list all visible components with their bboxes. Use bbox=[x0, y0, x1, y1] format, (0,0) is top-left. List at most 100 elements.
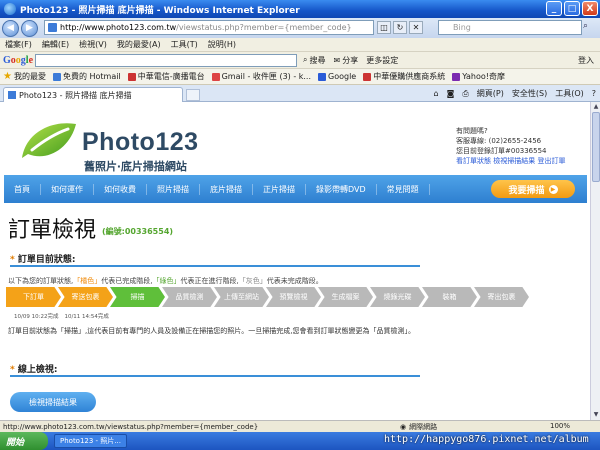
taskbar-item-ie[interactable]: Photo123 - 照片... bbox=[54, 434, 127, 448]
nav-photo-scan[interactable]: 照片掃描 bbox=[147, 183, 200, 195]
site-logo[interactable]: Photo123 舊照片‧底片掃描網站 bbox=[14, 112, 214, 173]
arrow-icon: ▶ bbox=[548, 184, 558, 194]
menu-bar: 檔案(F) 編輯(E) 檢視(V) 我的最愛(A) 工具(T) 說明(H) bbox=[0, 38, 600, 52]
scroll-thumb[interactable] bbox=[592, 112, 600, 182]
google-signin-button[interactable]: 登入 bbox=[578, 55, 594, 66]
tab-photo123[interactable]: Photo123 - 照片掃描 底片掃描 bbox=[3, 87, 183, 102]
menu-file[interactable]: 檔案(F) bbox=[5, 39, 32, 50]
step-generate-files: 生成檔案 bbox=[318, 287, 373, 307]
favorites-label[interactable]: 我的最愛 bbox=[14, 71, 46, 82]
feed-icon[interactable]: ◙ bbox=[447, 88, 455, 99]
scan-now-button[interactable]: 我要掃描 ▶ bbox=[491, 180, 575, 198]
status-url: http://www.photo123.com.tw/viewstatus.ph… bbox=[3, 422, 259, 431]
step-packing: 裝箱 bbox=[422, 287, 477, 307]
menu-tools[interactable]: 工具(T) bbox=[171, 39, 198, 50]
step-upload: 上傳至網站 bbox=[214, 287, 269, 307]
url-input[interactable]: http://www.photo123.com.tw /viewstatus.p… bbox=[44, 20, 374, 35]
maximize-button[interactable]: □ bbox=[564, 1, 580, 16]
compatibility-icon[interactable]: ◫ bbox=[377, 21, 391, 34]
hotmail-icon bbox=[52, 72, 61, 81]
new-tab-button[interactable] bbox=[186, 89, 200, 101]
tab-page-icon bbox=[8, 91, 16, 99]
globe-icon: ◉ bbox=[400, 423, 407, 431]
search-icon[interactable]: ⌕ bbox=[583, 21, 597, 34]
google-search-button[interactable]: ⌕ 搜尋 bbox=[303, 55, 325, 66]
favorite-hotmail[interactable]: 免費的 Hotmail bbox=[52, 71, 121, 82]
contact-phone: 客服專線: (02)2655-2456 bbox=[456, 137, 542, 145]
forward-button[interactable]: ▶ bbox=[21, 19, 38, 37]
google-logo: Google bbox=[3, 54, 34, 66]
contact-links[interactable]: 看訂單狀態 檢視掃描結果 登出訂單 bbox=[456, 156, 565, 166]
stop-icon[interactable]: ✕ bbox=[409, 21, 423, 34]
favorite-google[interactable]: Google bbox=[318, 72, 356, 81]
status-legend: 以下為您的訂單狀態,「橘色」代表已完成階段,「綠色」代表正在進行階段,「灰色」代… bbox=[8, 277, 323, 285]
view-scan-results-button[interactable]: 檢視掃描結果 bbox=[10, 392, 96, 412]
step-scanning: 掃描 bbox=[110, 287, 165, 307]
menu-favorites[interactable]: 我的最愛(A) bbox=[117, 39, 161, 50]
menu-view[interactable]: 檢視(V) bbox=[79, 39, 107, 50]
favorites-star-icon[interactable]: ★ bbox=[3, 71, 12, 82]
print-icon[interactable]: ⎙ bbox=[462, 88, 468, 99]
cht-icon bbox=[127, 72, 136, 81]
google-icon bbox=[318, 72, 327, 81]
nav-video-to-dvd[interactable]: 錄影帶轉DVD bbox=[306, 183, 377, 195]
tools-menu[interactable]: 工具(O) bbox=[555, 88, 584, 99]
favorite-supplier[interactable]: 中華優購供應商系統 bbox=[363, 71, 445, 82]
refresh-icon[interactable]: ↻ bbox=[393, 21, 407, 34]
online-heading: * 線上檢視: bbox=[10, 365, 58, 375]
status-heading: * 訂單目前狀態: bbox=[10, 255, 76, 265]
help-icon[interactable]: ? bbox=[592, 88, 596, 99]
window-controls: _ □ X bbox=[546, 1, 598, 16]
minimize-button[interactable]: _ bbox=[546, 1, 562, 16]
order-number: (編號:00336554) bbox=[102, 227, 174, 236]
star-icon: * bbox=[10, 255, 18, 265]
page-title: 訂單檢視 bbox=[8, 218, 97, 243]
favorite-gmail[interactable]: Gmail - 收件匣 (3) - k... bbox=[211, 71, 311, 82]
contact-box: 有問題嗎? 客服專線: (02)2655-2456 您目前登錄訂單#003365… bbox=[456, 126, 565, 166]
nav-faq[interactable]: 常見問題 bbox=[377, 183, 430, 195]
status-description: 訂單目前狀態為「掃描」,這代表目前有專門的人員及設備正在掃描您的照片。一旦掃描完… bbox=[8, 327, 415, 335]
scroll-up-icon[interactable]: ▲ bbox=[592, 103, 600, 111]
home-icon[interactable]: ⌂ bbox=[434, 88, 439, 99]
favorites-bar: ★ 我的最愛 免費的 Hotmail 中華電信-廣播電台 Gmail - 收件匣… bbox=[0, 69, 600, 85]
step-quality-check: 品質檢測 bbox=[162, 287, 217, 307]
safety-menu[interactable]: 安全性(S) bbox=[512, 88, 547, 99]
watermark-text: http://happygo876.pixnet.net/album bbox=[384, 434, 589, 445]
close-button[interactable]: X bbox=[582, 1, 598, 16]
step-timestamp: 10/09 10:22完成 bbox=[14, 314, 59, 320]
scroll-down-icon[interactable]: ▼ bbox=[592, 411, 600, 419]
menu-edit[interactable]: 編輯(E) bbox=[42, 39, 69, 50]
url-path: /viewstatus.php?member={member_code} bbox=[176, 23, 352, 32]
search-input[interactable]: Bing bbox=[438, 20, 582, 35]
google-search-input[interactable] bbox=[35, 53, 298, 67]
supplier-icon bbox=[363, 72, 372, 81]
google-more-button[interactable]: 更多設定 bbox=[366, 55, 398, 66]
page-content: Photo123 舊照片‧底片掃描網站 有問題嗎? 客服專線: (02)2655… bbox=[0, 102, 590, 420]
nav-pricing[interactable]: 如何收費 bbox=[94, 183, 147, 195]
status-bar: http://www.photo123.com.tw/viewstatus.ph… bbox=[0, 420, 600, 432]
start-button[interactable]: 開始 bbox=[0, 432, 48, 450]
nav-home[interactable]: 首頁 bbox=[4, 183, 41, 195]
leaf-logo-icon bbox=[22, 123, 76, 158]
contact-order: 您目前登錄訂單#00336554 bbox=[456, 147, 547, 155]
status-divider bbox=[10, 265, 420, 267]
zoom-level[interactable]: 100% bbox=[550, 422, 570, 430]
google-share-button[interactable]: ✉ 分享 bbox=[334, 55, 359, 66]
command-bar: ⌂ ◙ ⎙ 網頁(P) 安全性(S) 工具(O) ? bbox=[434, 88, 596, 99]
share-icon: ✉ bbox=[333, 55, 341, 65]
nav-negative-scan[interactable]: 底片掃描 bbox=[200, 183, 253, 195]
nav-how-it-works[interactable]: 如何運作 bbox=[41, 183, 94, 195]
logo-text: Photo123 bbox=[82, 128, 199, 156]
favorite-cht-radio[interactable]: 中華電信-廣播電台 bbox=[127, 71, 205, 82]
page-menu[interactable]: 網頁(P) bbox=[477, 88, 504, 99]
menu-help[interactable]: 說明(H) bbox=[208, 39, 236, 50]
favorite-yahoo[interactable]: Yahoo!奇摩 bbox=[452, 71, 505, 82]
tab-bar: Photo123 - 照片掃描 底片掃描 ⌂ ◙ ⎙ 網頁(P) 安全性(S) … bbox=[0, 85, 600, 102]
back-button[interactable]: ◀ bbox=[2, 19, 19, 37]
search-icon: ⌕ bbox=[303, 55, 308, 64]
step-timestamp: 10/11 14:54完成 bbox=[64, 314, 109, 320]
nav-slide-scan[interactable]: 正片掃描 bbox=[253, 183, 306, 195]
vertical-scrollbar[interactable]: ▲ ▼ bbox=[590, 102, 600, 420]
gmail-icon bbox=[211, 72, 220, 81]
step-timestamps: 10/09 10:22完成 10/11 14:54完成 bbox=[14, 312, 109, 320]
